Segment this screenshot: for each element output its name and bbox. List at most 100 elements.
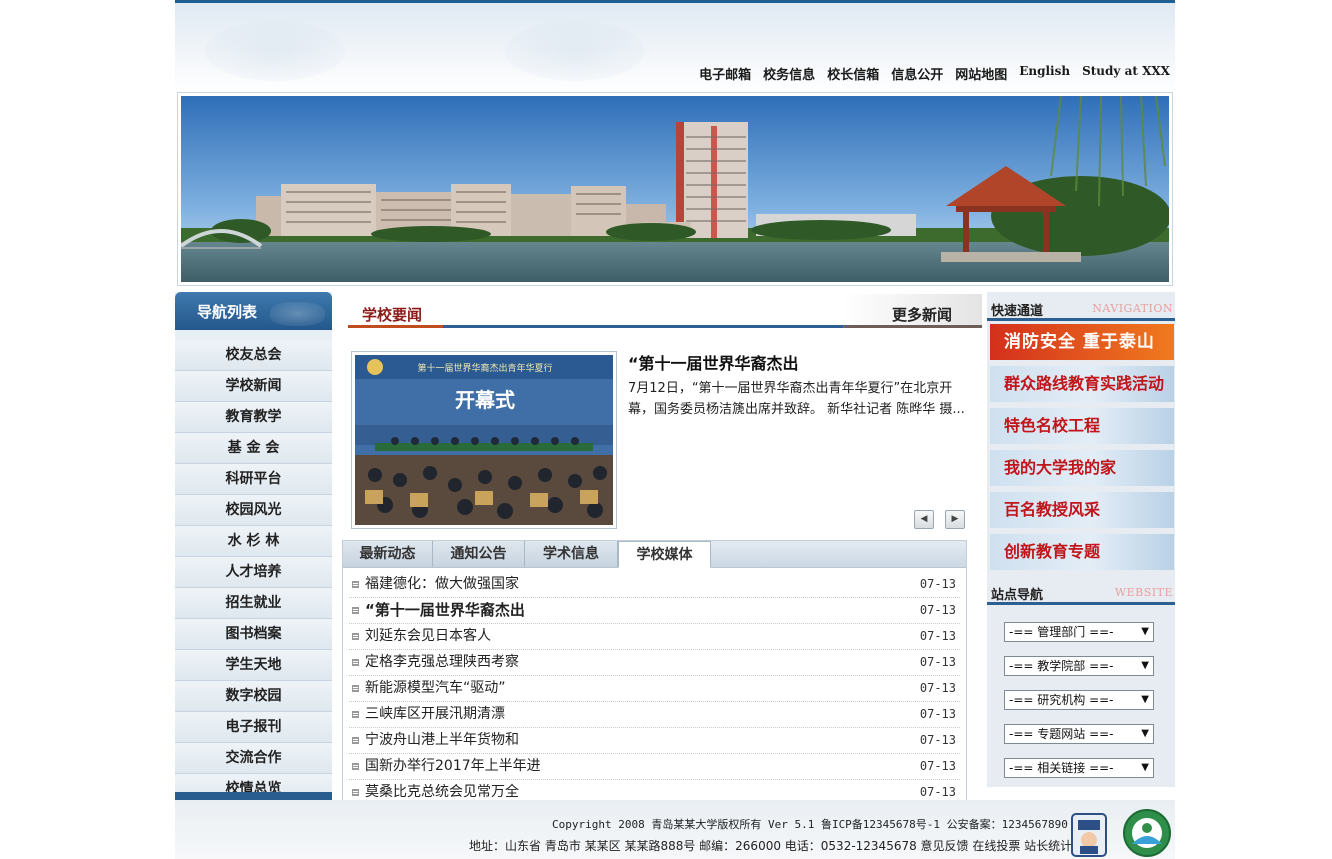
site-nav-subtitle: WEBSITE bbox=[1114, 586, 1173, 599]
left-nav-list: 校友总会 学校新闻 教育教学 基 金 会 科研平台 校园风光 水 杉 林 人才培… bbox=[175, 330, 332, 805]
left-nav-item[interactable]: 人才培养 bbox=[175, 557, 332, 588]
news-header-bar bbox=[844, 325, 982, 328]
select-topic-sites[interactable]: -== 专题网站 ==- ▼ bbox=[1004, 724, 1154, 744]
news-title[interactable]: 三峡库区开展汛期清漂 bbox=[365, 706, 505, 722]
news-section-title[interactable]: 学校要闻 bbox=[348, 304, 422, 325]
tab-notices[interactable]: 通知公告 bbox=[433, 541, 525, 567]
select-research-institutes[interactable]: -== 研究机构 ==- ▼ bbox=[1004, 690, 1154, 710]
left-nav-item[interactable]: 电子报刊 bbox=[175, 712, 332, 743]
list-item[interactable]: 新能源模型汽车“驱动” 07-13 bbox=[349, 676, 960, 702]
left-nav-item[interactable]: 校友总会 bbox=[175, 340, 332, 371]
left-nav: 导航列表 校友总会 学校新闻 教育教学 基 金 会 科研平台 校园风光 水 杉 … bbox=[175, 292, 332, 805]
top-nav: 电子邮箱 校务信息 校长信箱 信息公开 网站地图 English Study a… bbox=[699, 64, 1170, 83]
footer-copyright: Copyright 2008 青岛某某大学版权所有 Ver 5.1 鲁ICP备1… bbox=[552, 818, 1068, 831]
site-nav-header: 站点导航 WEBSITE bbox=[987, 576, 1175, 605]
photo-banner-title: 第十一届世界华裔杰出青年华夏行 bbox=[417, 362, 552, 374]
photo-caption: 开幕式 bbox=[455, 388, 515, 412]
news-date: 07-13 bbox=[919, 655, 956, 669]
chevron-down-icon: ▼ bbox=[1141, 694, 1149, 705]
select-value: -== 相关链接 ==- bbox=[1009, 761, 1114, 775]
quick-link-featured-school[interactable]: 特色名校工程 bbox=[990, 408, 1174, 444]
featured-photo: 第十一届世界华裔杰出青年华夏行 开幕式 bbox=[355, 355, 613, 525]
list-item[interactable]: 定格李克强总理陕西考察 07-13 bbox=[349, 650, 960, 676]
more-news-link[interactable]: 更多新闻 bbox=[892, 304, 952, 325]
police-badge-icon[interactable] bbox=[1068, 812, 1110, 858]
list-item[interactable]: 国新办举行2017年上半年进 07-13 bbox=[349, 754, 960, 780]
green-site-badge-icon[interactable] bbox=[1122, 808, 1172, 858]
tab-media[interactable]: 学校媒体 bbox=[618, 541, 711, 568]
news-title[interactable]: 莫桑比克总统会见常万全 bbox=[365, 784, 519, 800]
topnav-english[interactable]: English bbox=[1019, 64, 1070, 83]
right-column: 快速通道 NAVIGATION 消防安全 重于泰山 群众路线教育实践活动 特色名… bbox=[987, 292, 1175, 787]
list-item[interactable]: 福建德化：做大做强国家 07-13 bbox=[349, 572, 960, 598]
quick-link-innovation[interactable]: 创新教育专题 bbox=[990, 534, 1174, 570]
select-admin-depts[interactable]: -== 管理部门 ==- ▼ bbox=[1004, 622, 1154, 642]
topnav-sitemap[interactable]: 网站地图 bbox=[955, 64, 1007, 83]
header-decoration bbox=[505, 21, 645, 81]
tab-academic[interactable]: 学术信息 bbox=[525, 541, 618, 567]
main-content: 学校要闻 更多新闻 第十一届世界华裔杰出青年华夏行 开幕式 “第十一届世界华裔杰… bbox=[342, 292, 982, 806]
list-item[interactable]: 宁波舟山港上半年货物和 07-13 bbox=[349, 728, 960, 754]
header: 电子邮箱 校务信息 校长信箱 信息公开 网站地图 English Study a… bbox=[175, 0, 1175, 90]
news-date: 07-13 bbox=[919, 629, 956, 643]
news-title[interactable]: 刘延东会见日本客人 bbox=[365, 628, 491, 644]
left-nav-item[interactable]: 水 杉 林 bbox=[175, 526, 332, 557]
site-nav: 站点导航 WEBSITE -== 管理部门 ==- ▼ -== 教学院部 ==- ▼… bbox=[987, 576, 1175, 778]
select-related-links[interactable]: -== 相关链接 ==- ▼ bbox=[1004, 758, 1154, 778]
news-date: 07-13 bbox=[919, 603, 956, 617]
site-nav-title: 站点导航 bbox=[991, 588, 1044, 603]
left-nav-item[interactable]: 招生就业 bbox=[175, 588, 332, 619]
news-title[interactable]: 国新办举行2017年上半年进 bbox=[365, 758, 541, 774]
left-nav-item[interactable]: 校园风光 bbox=[175, 495, 332, 526]
news-title[interactable]: 宁波舟山港上半年货物和 bbox=[365, 732, 519, 748]
chevron-down-icon: ▼ bbox=[1141, 728, 1149, 739]
left-nav-footer-bar bbox=[175, 792, 332, 800]
quick-link-my-university[interactable]: 我的大学我的家 bbox=[990, 450, 1174, 486]
news-title[interactable]: 福建德化：做大做强国家 bbox=[365, 576, 519, 592]
campus-banner bbox=[177, 92, 1173, 286]
topnav-president-mailbox[interactable]: 校长信箱 bbox=[827, 64, 879, 83]
left-nav-item[interactable]: 交流合作 bbox=[175, 743, 332, 774]
header-decoration bbox=[205, 21, 345, 81]
footer-contact: 地址：山东省 青岛市 某某区 某某路888号 邮编：266000 电话：0532… bbox=[469, 839, 1073, 853]
featured-news-image[interactable]: 第十一届世界华裔杰出青年华夏行 开幕式 bbox=[351, 351, 617, 529]
news-title[interactable]: “第十一届世界华裔杰出 bbox=[365, 601, 525, 619]
quick-access-title: 快速通道 bbox=[991, 304, 1044, 319]
select-value: -== 专题网站 ==- bbox=[1009, 727, 1114, 741]
news-date: 07-13 bbox=[919, 577, 956, 591]
news-title[interactable]: 定格李克强总理陕西考察 bbox=[365, 654, 519, 670]
quick-link-mass-line[interactable]: 群众路线教育实践活动 bbox=[990, 366, 1174, 402]
news-date: 07-13 bbox=[919, 733, 956, 747]
topnav-info-disclosure[interactable]: 信息公开 bbox=[891, 64, 943, 83]
list-item[interactable]: “第十一届世界华裔杰出 07-13 bbox=[349, 598, 960, 624]
news-title[interactable]: 新能源模型汽车“驱动” bbox=[365, 680, 506, 696]
list-item[interactable]: 三峡库区开展汛期清漂 07-13 bbox=[349, 702, 960, 728]
prev-news-button[interactable]: ◀ bbox=[914, 510, 934, 529]
left-nav-item[interactable]: 图书档案 bbox=[175, 619, 332, 650]
select-teaching-depts[interactable]: -== 教学院部 ==- ▼ bbox=[1004, 656, 1154, 676]
left-nav-item[interactable]: 基 金 会 bbox=[175, 433, 332, 464]
page: 电子邮箱 校务信息 校长信箱 信息公开 网站地图 English Study a… bbox=[175, 0, 1175, 859]
featured-news-summary: 7月12日，“第十一届世界华裔杰出青年华夏行”在北京开幕，国务委员杨洁篪出席并致… bbox=[628, 381, 965, 417]
topnav-school-affairs[interactable]: 校务信息 bbox=[763, 64, 815, 83]
news-date: 07-13 bbox=[919, 707, 956, 721]
chevron-down-icon: ▼ bbox=[1141, 626, 1149, 637]
next-news-button[interactable]: ▶ bbox=[945, 510, 965, 529]
list-item[interactable]: 刘延东会见日本客人 07-13 bbox=[349, 624, 960, 650]
news-date: 07-13 bbox=[919, 681, 956, 695]
left-nav-item[interactable]: 科研平台 bbox=[175, 464, 332, 495]
quick-access-header: 快速通道 NAVIGATION bbox=[987, 292, 1175, 321]
featured-news-title[interactable]: “第十一届世界华裔杰出 bbox=[628, 350, 799, 374]
left-nav-item[interactable]: 教育教学 bbox=[175, 402, 332, 433]
left-nav-item[interactable]: 学校新闻 bbox=[175, 371, 332, 402]
news-tabs-panel: 最新动态 通知公告 学术信息 学校媒体 福建德化：做大做强国家 07-13 “第十… bbox=[342, 540, 967, 806]
topnav-study-at[interactable]: Study at XXX bbox=[1082, 64, 1170, 83]
topnav-email[interactable]: 电子邮箱 bbox=[699, 64, 751, 83]
left-nav-item[interactable]: 学生天地 bbox=[175, 650, 332, 681]
campus-photo bbox=[181, 96, 1169, 282]
left-nav-item[interactable]: 数字校园 bbox=[175, 681, 332, 712]
quick-link-fire-safety[interactable]: 消防安全 重于泰山 bbox=[990, 324, 1174, 360]
tab-latest[interactable]: 最新动态 bbox=[343, 541, 433, 567]
news-header-bar bbox=[443, 325, 843, 328]
quick-link-professors[interactable]: 百名教授风采 bbox=[990, 492, 1174, 528]
